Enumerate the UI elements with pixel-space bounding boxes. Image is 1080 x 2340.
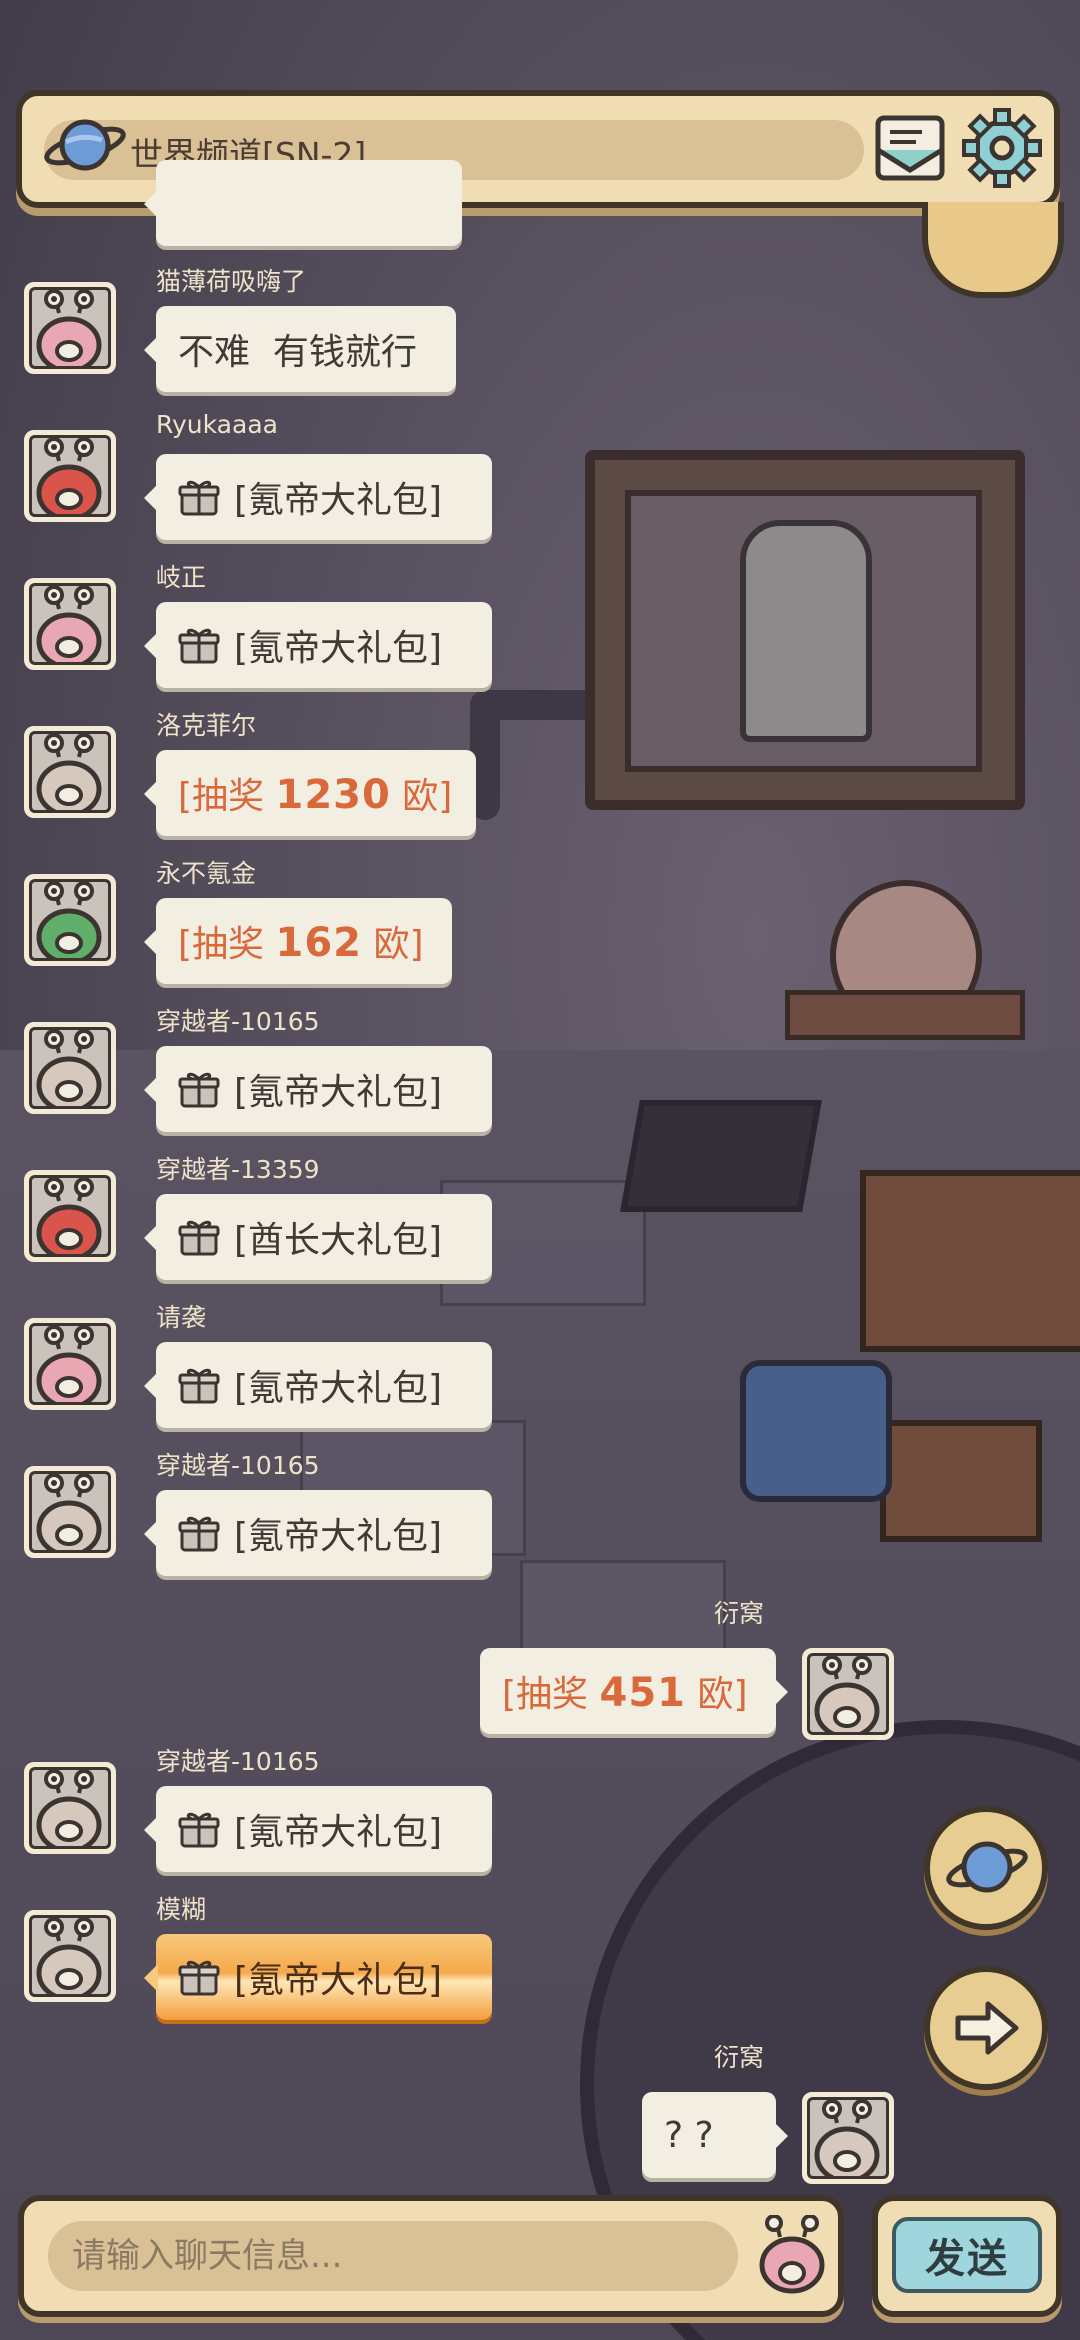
snail-face-icon[interactable] [754,2215,830,2295]
lottery-prefix: [抽奖 [178,924,276,965]
input-bar [18,2195,844,2317]
lottery-prefix: [抽奖 [502,1674,600,1715]
gift-icon [178,480,220,516]
avatar[interactable] [24,1170,116,1262]
avatar[interactable] [802,2092,894,2184]
gift-label: [氪帝大礼包] [234,1516,443,1557]
sender-name: 穿越者-10165 [156,1451,320,1480]
avatar[interactable] [24,430,116,522]
gift-icon [178,1516,220,1552]
avatar[interactable] [24,578,116,670]
gift-message-bubble[interactable]: [氪帝大礼包] [144,1934,492,2020]
lottery-suffix: 欧] [362,924,424,965]
gift-message-bubble[interactable]: [氪帝大礼包] [144,1786,492,1872]
gift-label: [氪帝大礼包] [234,1368,443,1409]
gift-message-bubble[interactable]: [氪帝大礼包] [144,602,492,688]
gift-message-bubble[interactable]: [酋长大礼包] [144,1194,492,1280]
gift-label: [氪帝大礼包] [234,1960,443,2001]
chat-input[interactable] [48,2221,738,2291]
planet-side-button[interactable] [924,1806,1048,1930]
lottery-amount: 162 [275,920,362,966]
gift-icon [178,1368,220,1404]
lottery-text: [抽奖 162 欧] [178,915,424,967]
lottery-message-bubble[interactable]: [抽奖 162 欧] [144,898,452,984]
sender-name: 衍窝 [714,2043,765,2072]
gift-icon [178,1220,220,1256]
sender-name: 穿越者-13359 [156,1155,320,1184]
sender-name: 穿越者-10165 [156,1007,320,1036]
sender-name: 猫薄荷吸嗨了 [156,267,307,296]
text-message-bubble[interactable] [144,160,462,246]
sender-name: 洛克菲尔 [156,711,257,740]
arrow-right-icon [955,2001,1019,2055]
lottery-amount: 1230 [275,772,391,818]
avatar[interactable] [24,1910,116,2002]
sender-name: 衍窝 [714,1599,765,1628]
forward-side-button[interactable] [924,1966,1048,2090]
gift-icon [178,1960,220,1996]
avatar[interactable] [802,1648,894,1740]
avatar[interactable] [24,1466,116,1558]
gift-label: [氪帝大礼包] [234,628,443,669]
text-message-bubble[interactable]: ? ? [642,2092,788,2178]
gift-label: [氪帝大礼包] [234,1072,443,1113]
planet-icon [946,1841,1028,1893]
gift-icon [178,628,220,664]
lottery-suffix: 欧] [390,776,453,817]
send-wrap: 发送 [872,2195,1062,2317]
lottery-message-bubble[interactable]: [抽奖 451 欧] [480,1648,788,1734]
avatar[interactable] [24,726,116,818]
gift-icon [178,1072,220,1108]
message-text: 不难 有钱就行 [178,332,417,373]
gift-message-bubble[interactable]: [氪帝大礼包] [144,1046,492,1132]
avatar[interactable] [24,1022,116,1114]
lottery-amount: 451 [599,1670,686,1716]
lottery-message-bubble[interactable]: [抽奖 1230 欧] [144,750,476,836]
avatar[interactable] [24,1318,116,1410]
avatar[interactable] [24,1762,116,1854]
gift-message-bubble[interactable]: [氪帝大礼包] [144,454,492,540]
send-button[interactable]: 发送 [892,2217,1042,2293]
lottery-suffix: 欧] [686,1674,748,1715]
sender-name: 穿越者-10165 [156,1747,320,1776]
sender-name: 模糊 [156,1895,207,1924]
gift-message-bubble[interactable]: [氪帝大礼包] [144,1490,492,1576]
sender-name: 请袭 [156,1303,207,1332]
chat-list: 猫薄荷吸嗨了不难 有钱就行 Ryukaaaa [氪帝大礼包] 岐正 [氪帝大礼包] 洛克菲… [0,0,1080,2340]
avatar[interactable] [24,282,116,374]
gift-label: [酋长大礼包] [234,1220,443,1261]
gift-label: [氪帝大礼包] [234,480,443,521]
text-message-bubble[interactable]: 不难 有钱就行 [144,306,456,392]
lottery-text: [抽奖 451 欧] [502,1665,748,1717]
lottery-prefix: [抽奖 [178,776,276,817]
avatar[interactable] [24,874,116,966]
message-text: ? ? [664,2114,714,2156]
sender-name: Ryukaaaa [156,410,278,439]
lottery-text: [抽奖 1230 欧] [178,767,452,819]
gift-label: [氪帝大礼包] [234,1812,443,1853]
sender-name: 岐正 [156,563,207,592]
sender-name: 永不氪金 [156,859,257,888]
gift-message-bubble[interactable]: [氪帝大礼包] [144,1342,492,1428]
gift-icon [178,1812,220,1848]
